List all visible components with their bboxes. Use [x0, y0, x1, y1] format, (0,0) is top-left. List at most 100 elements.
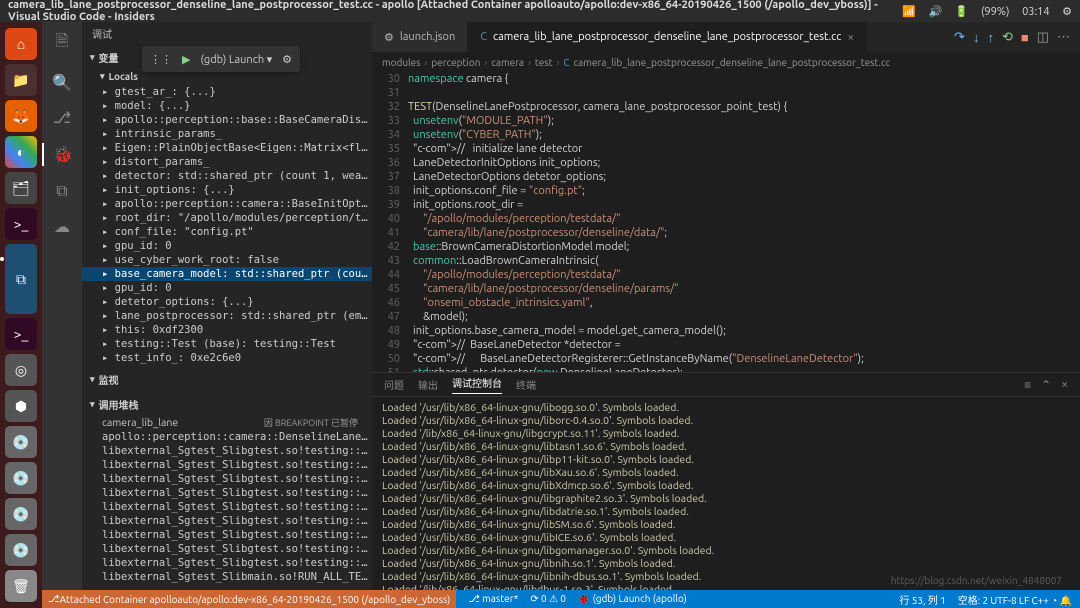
console-line: Loaded '/usr/lib/x86_64-linux-gnu/libogg… [382, 401, 1070, 414]
remote-status[interactable]: ⎇ Attached Container apolloauto/apollo:d… [42, 590, 456, 608]
tab-launch-json[interactable]: ⚙launch.json [372, 22, 468, 52]
stack-frame[interactable]: libexternal_Sgtest_Slibgtest.so!testing:… [82, 458, 372, 472]
volume-icon[interactable]: 🔊 [928, 6, 942, 18]
trash-icon[interactable]: 🗑 [5, 570, 37, 602]
files-icon[interactable]: 📁 [5, 64, 37, 96]
variable-row[interactable]: ▸ conf_file: "config.pt" [82, 225, 372, 239]
console-line: Loaded '/usr/lib/x86_64-linux-gnu/liborc… [382, 414, 1070, 427]
debug-console[interactable]: Loaded '/usr/lib/x86_64-linux-gnu/libogg… [372, 397, 1080, 590]
battery-icon[interactable]: 🔋 [955, 6, 969, 18]
remote-icon[interactable]: ☁ [54, 217, 70, 236]
debug-launch-status[interactable]: 🐞 (gdb) Launch (apollo) [578, 593, 687, 605]
watch-section[interactable]: 监视 [82, 369, 372, 390]
app2-icon[interactable]: ⬢ [5, 390, 37, 422]
debug-config[interactable]: (gdb) Launch ▾ [200, 53, 272, 66]
disk1-icon[interactable]: 💿 [5, 426, 37, 458]
variable-row[interactable]: ▸ Eigen::PlainObjectBase<Eigen::Matrix<f… [82, 141, 372, 155]
stack-frame[interactable]: libexternal_Sgtest_Slibgtest.so!testing:… [82, 528, 372, 542]
variable-row[interactable]: ▸ use_cyber_work_root: false [82, 253, 372, 267]
gear-icon[interactable]: ⚙ [282, 53, 292, 66]
variable-row[interactable]: ▸ lane_postprocessor: std::shared_ptr (e… [82, 309, 372, 323]
panel-problems[interactable]: 问题 [384, 377, 404, 392]
chrome-icon[interactable]: ◐ [5, 136, 37, 168]
more-icon[interactable]: ⋯ [1057, 30, 1070, 45]
panel-debug-console[interactable]: 调试控制台 [452, 375, 502, 394]
drag-handle-icon[interactable]: ⋮⋮ [150, 53, 172, 66]
tab-test-cc[interactable]: Ccamera_lib_lane_postprocessor_denseline… [468, 22, 867, 52]
stop-icon[interactable]: ■ [1021, 30, 1029, 45]
stack-frame[interactable]: libexternal_Sgtest_Slibgtest.so!testing:… [82, 542, 372, 556]
panel-output[interactable]: 输出 [418, 377, 438, 392]
explorer-icon[interactable]: 🗎 [56, 30, 69, 57]
variable-row[interactable]: ▸ distort_params_ [82, 155, 372, 169]
dash-icon[interactable]: ⌂ [5, 28, 37, 60]
debug-sidebar: 调试 变量 Locals ▸ gtest_ar_: {...}▸ model: … [82, 22, 372, 590]
split-icon[interactable]: ◫ [1037, 30, 1049, 45]
stack-frame[interactable]: libexternal_Sgtest_Slibgtest.so!testing:… [82, 500, 372, 514]
terminal2-icon[interactable]: >_ [5, 318, 37, 350]
vscode-icon[interactable]: ⧉ [5, 244, 37, 314]
extensions-icon[interactable]: ⧉ [56, 182, 67, 201]
restart-icon[interactable]: ⟲ [1002, 30, 1013, 45]
app-icon[interactable]: ◎ [5, 354, 37, 386]
disk4-icon[interactable]: 💿 [5, 534, 37, 566]
sync-status[interactable]: ⟳ 0 ⚠ 0 [530, 593, 566, 605]
variable-row[interactable]: ▸ apollo::perception::camera::BaseInitOp… [82, 197, 372, 211]
variable-row[interactable]: ▸ gpu_id: 0 [82, 239, 372, 253]
stack-frame[interactable]: libexternal_Sgtest_Slibmain.so!RUN_ALL_T… [82, 570, 372, 584]
variable-row[interactable]: ▸ gpu_id: 0 [82, 281, 372, 295]
breadcrumbs[interactable]: modules› perception› camera› test› Ccame… [372, 52, 1080, 72]
callstack-section[interactable]: 调用堆栈 [82, 394, 372, 415]
variable-row[interactable]: ▸ init_options: {...} [82, 183, 372, 197]
stack-frame[interactable]: libexternal_Sgtest_Slibgtest.so!testing:… [82, 472, 372, 486]
cursor-position[interactable]: 行 53, 列 1 [899, 592, 945, 607]
debug-toolbar[interactable]: ⋮⋮ ▶ (gdb) Launch ▾ ⚙ [142, 46, 300, 72]
step-into-icon[interactable]: ↓ [973, 30, 980, 45]
continue-icon[interactable]: ▶ [182, 53, 190, 66]
step-over-icon[interactable]: ↷ [954, 30, 965, 45]
panel-terminal[interactable]: 终端 [516, 377, 536, 392]
maximize-icon[interactable]: ⌃ [1041, 378, 1051, 392]
console-line: Loaded '/usr/lib/x86_64-linux-gnu/libXau… [382, 466, 1070, 479]
wifi-icon[interactable]: 📶 [902, 6, 916, 18]
search-icon[interactable]: 🔍 [52, 73, 72, 92]
variable-row[interactable]: ▸ this: 0xdf2300 [82, 323, 372, 337]
scm-icon[interactable]: ⎇ [53, 108, 71, 127]
variable-row[interactable]: ▸ gtest_ar_: {...} [82, 85, 372, 99]
code-content[interactable]: namespace camera { TEST(DenselineLanePos… [408, 72, 1080, 372]
console-line: Loaded '/usr/lib/x86_64-linux-gnu/libtas… [382, 440, 1070, 453]
stack-frame[interactable]: libexternal_Sgtest_Slibgtest.so!testing:… [82, 444, 372, 458]
editor-settings[interactable]: 空格: 2 UTF-8 LF C++ ◔ 🔔 [958, 592, 1072, 607]
activity-bar: 🗎 🔍 ⎇ 🐞 ⧉ ☁ [42, 22, 82, 590]
debug-icon[interactable]: 🐞 [42, 143, 82, 166]
close-icon[interactable]: × [847, 31, 854, 44]
editor-area: ⚙launch.json Ccamera_lib_lane_postproces… [372, 22, 1080, 590]
firefox-icon[interactable]: 🦊 [5, 100, 37, 132]
code-editor[interactable]: 3031323334353637383940414243444546474849… [372, 72, 1080, 372]
nautilus-icon[interactable]: 🗂 [5, 172, 37, 204]
stack-frame[interactable]: libexternal_Sgtest_Slibgtest.so!testing:… [82, 514, 372, 528]
close-panel-icon[interactable]: × [1061, 378, 1068, 392]
variable-row[interactable]: ▸ base_camera_model: std::shared_ptr (co… [82, 267, 372, 281]
variable-row[interactable]: ▸ model: {...} [82, 99, 372, 113]
variable-row[interactable]: ▸ apollo::perception::base::BaseCameraDi… [82, 113, 372, 127]
variable-row[interactable]: ▸ test_info_: 0xe2c6e0 [82, 351, 372, 365]
disk2-icon[interactable]: 💿 [5, 462, 37, 494]
stack-frame[interactable]: libexternal_Sgtest_Slibgtest.so!testing:… [82, 556, 372, 570]
thread-name[interactable]: camera_lib_lane [102, 416, 178, 429]
variable-row[interactable]: ▸ testing::Test (base): testing::Test [82, 337, 372, 351]
variable-row[interactable]: ▸ intrinsic_params_ [82, 127, 372, 141]
console-line: Loaded '/usr/lib/x86_64-linux-gnu/libICE… [382, 531, 1070, 544]
variable-row[interactable]: ▸ detetor_options: {...} [82, 295, 372, 309]
disk3-icon[interactable]: 💿 [5, 498, 37, 530]
git-branch[interactable]: ⎇ master* [468, 593, 518, 605]
step-out-icon[interactable]: ↑ [987, 30, 994, 45]
system-indicators: 📶 🔊 🔋 (99%) 03:14 ⚙ [892, 5, 1072, 18]
stack-frame[interactable]: apollo::perception::camera::DenselineLan… [82, 430, 372, 444]
settings-icon[interactable]: ⚙ [1062, 6, 1072, 18]
terminal-icon[interactable]: >_ [5, 208, 37, 240]
variable-row[interactable]: ▸ root_dir: "/apollo/modules/perception/… [82, 211, 372, 225]
clear-icon[interactable]: ≡ [1024, 378, 1031, 392]
stack-frame[interactable]: libexternal_Sgtest_Slibgtest.so!testing:… [82, 486, 372, 500]
variable-row[interactable]: ▸ detector: std::shared_ptr (count 1, we… [82, 169, 372, 183]
